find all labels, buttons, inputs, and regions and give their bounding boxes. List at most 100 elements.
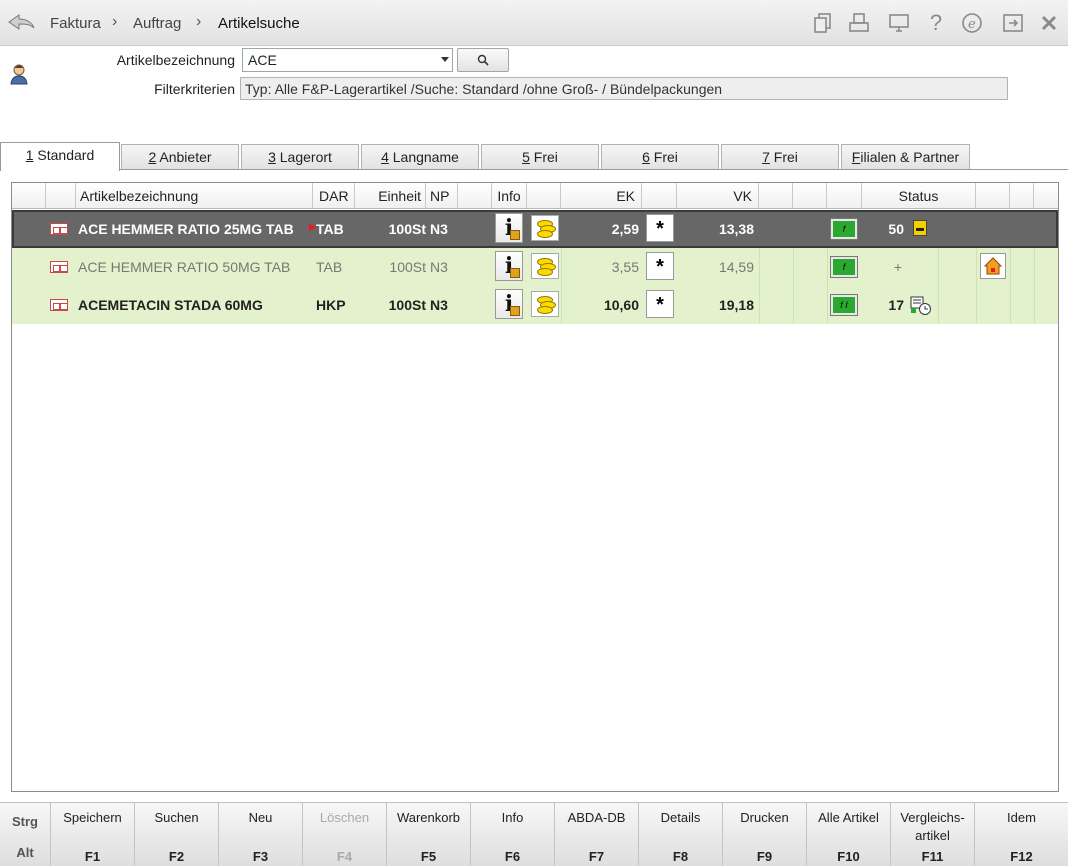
stock-flag-icon[interactable]: f [830, 218, 858, 240]
col-blank-7 [793, 183, 827, 208]
row-dar: TAB [316, 259, 343, 275]
close-icon[interactable] [1037, 11, 1061, 35]
col-blank-5 [642, 183, 677, 208]
fkey-neu-button[interactable]: Neu F3 [218, 803, 302, 866]
fkey-alle-artikel-button[interactable]: Alle Artikel F10 [806, 803, 890, 866]
col-artikel[interactable]: Artikelbezeichnung [76, 183, 313, 208]
fkey-suchen-button[interactable]: Suchen F2 [134, 803, 218, 866]
svg-text:e: e [968, 17, 976, 32]
col-vk[interactable]: VK [677, 183, 759, 208]
tab-bar: 1 Standard 2 Anbieter 3 Lagerort 4 Langn… [0, 142, 1068, 171]
table-row[interactable]: ACEMETACIN STADA 60MG HKP 100St N3 i 10,… [12, 286, 1058, 324]
page-title: Artikelsuche [218, 15, 300, 32]
row-ek: 10,60 [603, 297, 639, 313]
col-np[interactable]: NP [426, 183, 458, 208]
card-icon [50, 261, 68, 273]
col-info[interactable]: Info [492, 183, 527, 208]
fkey-info-button[interactable]: Info F6 [470, 803, 554, 866]
tab-divider [0, 169, 1068, 170]
star-button[interactable]: * [646, 290, 674, 318]
search-input-value: ACE [248, 52, 277, 68]
tab-frei-5[interactable]: 5 Frei [481, 144, 599, 169]
back-arrow-icon[interactable] [6, 10, 36, 34]
breadcrumb-faktura[interactable]: Faktura [50, 15, 101, 32]
row-np: N3 [430, 259, 448, 275]
row-vk: 13,38 [718, 221, 754, 237]
col-ek[interactable]: EK [561, 183, 642, 208]
col-blank-4 [527, 183, 561, 208]
fkey-loeschen-button[interactable]: Löschen F4 [302, 803, 386, 866]
fkey-idem-button[interactable]: Idem F12 [974, 803, 1068, 866]
star-button[interactable]: * [646, 252, 674, 280]
row-ek: 2,59 [611, 221, 639, 237]
stock-flag-icon[interactable]: f I [830, 294, 858, 316]
info-icon[interactable]: i [495, 289, 523, 319]
coins-icon[interactable] [531, 253, 559, 279]
artikelbezeichnung-label: Artikelbezeichnung [116, 52, 235, 68]
row-ek: 3,55 [611, 259, 639, 275]
tab-frei-6[interactable]: 6 Frei [601, 144, 719, 169]
col-einheit[interactable]: Einheit [355, 183, 426, 208]
info-icon[interactable]: i [495, 213, 523, 243]
breadcrumb-auftrag[interactable]: Auftrag [133, 15, 181, 32]
monitor-icon[interactable] [887, 11, 911, 35]
col-blank-8 [827, 183, 862, 208]
row-artikel: ACE HEMMER RATIO 25MG TAB [78, 221, 294, 237]
search-button[interactable] [457, 48, 509, 72]
delivery-clock-icon [910, 296, 932, 319]
row-dar: HKP [316, 297, 346, 313]
exit-window-icon[interactable] [1001, 11, 1025, 35]
modifier-strg: Strg [12, 814, 38, 829]
tab-lagerort[interactable]: 3 Lagerort [241, 144, 359, 169]
help-icon[interactable]: ? [924, 10, 948, 35]
coins-icon[interactable] [531, 291, 559, 317]
function-key-bar: Strg Alt Speichern F1 Suchen F2 Neu F3 Lösc… [0, 802, 1068, 866]
col-blank-6 [759, 183, 793, 208]
star-button[interactable]: * [646, 214, 674, 242]
chevron-right-icon: › [112, 13, 118, 30]
fkey-warenkorb-button[interactable]: Warenkorb F5 [386, 803, 470, 866]
fkey-details-button[interactable]: Details F8 [638, 803, 722, 866]
fkey-speichern-button[interactable]: Speichern F1 [50, 803, 134, 866]
stock-flag-icon[interactable]: f [830, 256, 858, 278]
tab-anbieter[interactable]: 2 Anbieter [121, 144, 239, 169]
tab-frei-7[interactable]: 7 Frei [721, 144, 839, 169]
chevron-down-icon[interactable] [441, 57, 449, 62]
col-blank-1 [12, 183, 46, 208]
row-vk: 14,59 [718, 259, 754, 275]
fkey-vergleichsartikel-button[interactable]: Vergleichs-artikel F11 [890, 803, 974, 866]
col-blank-11 [1034, 183, 1058, 208]
filterkriterien-label: Filterkriterien [154, 81, 235, 97]
col-blank-2 [46, 183, 76, 208]
row-einheit: 100St [389, 259, 426, 275]
col-dar[interactable]: DAR [313, 183, 355, 208]
e-icon[interactable]: e [960, 11, 984, 35]
table-row[interactable]: ACE HEMMER RATIO 25MG TAB ▶ TAB 100St N3… [12, 210, 1058, 248]
coins-icon[interactable] [531, 215, 559, 241]
row-status: 17 [888, 297, 904, 313]
row-vk: 19,18 [718, 297, 754, 313]
filter-criteria-field: Typ: Alle F&P-Lagerartikel /Suche: Stand… [240, 77, 1008, 100]
fkey-abda-db-button[interactable]: ABDA-DB F7 [554, 803, 638, 866]
col-blank-3 [458, 183, 492, 208]
tab-standard[interactable]: 1 Standard [0, 142, 120, 171]
status-yellow-icon [913, 220, 927, 236]
article-table[interactable]: Artikelbezeichnung DAR Einheit NP Info E… [11, 182, 1059, 792]
printer-icon[interactable] [847, 11, 871, 35]
fkey-drucken-button[interactable]: Drucken F9 [722, 803, 806, 866]
table-row[interactable]: ACE HEMMER RATIO 50MG TAB TAB 100St N3 i… [12, 248, 1058, 286]
title-bar: Faktura › Auftrag › Artikelsuche ? e [0, 0, 1068, 46]
search-input[interactable]: ACE [242, 48, 453, 72]
tab-langname[interactable]: 4 Langname [361, 144, 479, 169]
col-blank-10 [1010, 183, 1034, 208]
row-artikel: ACE HEMMER RATIO 50MG TAB [78, 259, 291, 275]
chevron-right-icon: › [196, 13, 202, 30]
copy-icon[interactable] [811, 11, 835, 35]
modifier-alt: Alt [16, 845, 34, 860]
tab-filialen-partner[interactable]: Filialen & Partner [841, 144, 970, 169]
col-status[interactable]: Status [862, 183, 976, 208]
row-dar: TAB [316, 221, 344, 237]
house-icon[interactable] [980, 253, 1006, 279]
info-icon[interactable]: i [495, 251, 523, 281]
user-icon [10, 64, 28, 85]
